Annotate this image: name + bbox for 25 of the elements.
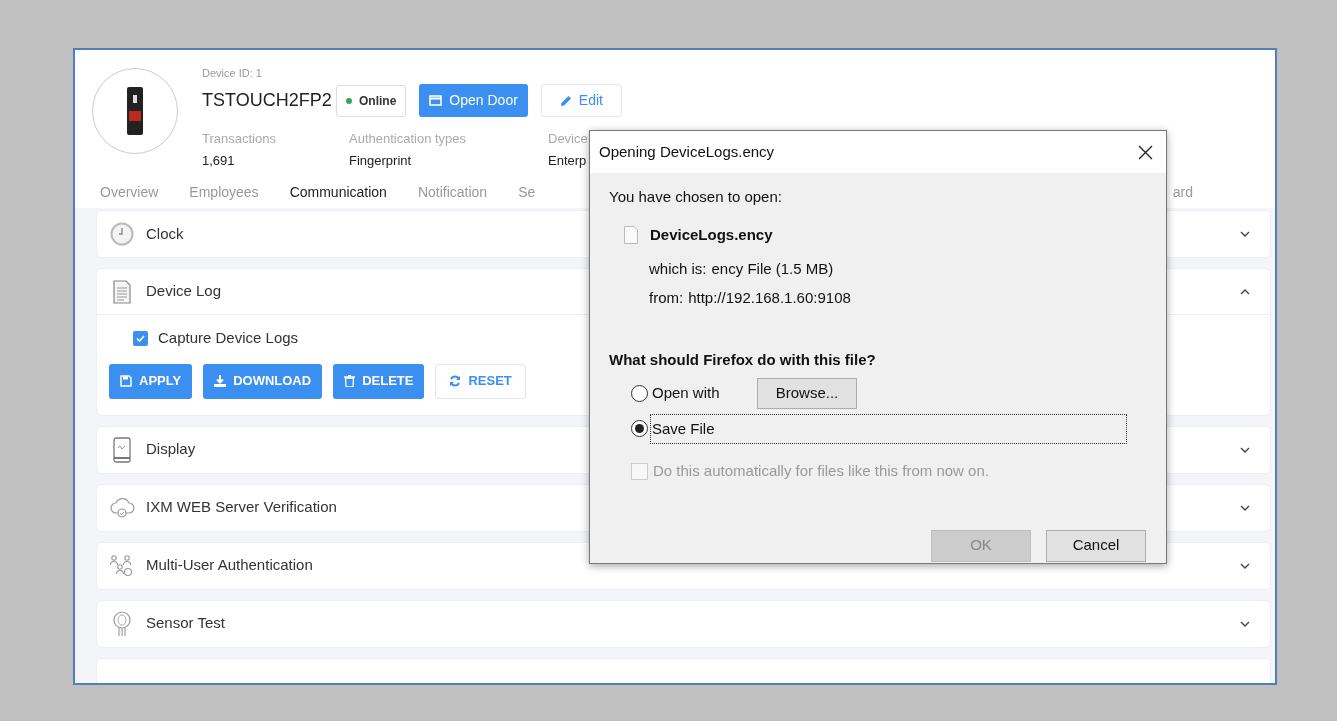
detail-value: ency File (1.5 MB) xyxy=(711,259,834,279)
stat-label: Transactions xyxy=(202,130,276,148)
stat-value: Fingerprint xyxy=(349,151,412,170)
stat-label: Authentication types xyxy=(349,130,467,148)
section-title: Device Log xyxy=(146,281,222,302)
dialog-title: Opening DeviceLogs.ency xyxy=(599,141,776,162)
checkbox-label: Capture Device Logs xyxy=(158,328,299,348)
device-id: Device ID: 1 xyxy=(202,66,263,80)
file-name: DeviceLogs.ency xyxy=(650,224,773,245)
device-name: TSTOUCH2FP2 xyxy=(202,89,333,112)
section-title: Display xyxy=(146,439,196,460)
section-title: Multi-User Authentication xyxy=(146,555,313,576)
checkbox-label: Do this automatically for files like this from now on. xyxy=(653,461,989,481)
question-text: What should Firefox do with this file? xyxy=(609,350,877,370)
intro-text: You have chosen to open: xyxy=(609,187,783,207)
detail-label: from: xyxy=(649,287,684,308)
stat-value: 1,691 xyxy=(202,151,235,170)
status-badge: Online xyxy=(336,84,407,117)
detail-label: which is: xyxy=(649,259,707,279)
detail-value: http://192.168.1.60:9108 xyxy=(688,287,851,308)
section-title: Clock xyxy=(146,223,184,244)
stat-value: Enterp xyxy=(548,151,587,170)
section-title: IXM WEB Server Verification xyxy=(146,497,337,518)
stat-label: Device xyxy=(548,130,588,148)
section-title: Sensor Test xyxy=(146,613,225,634)
